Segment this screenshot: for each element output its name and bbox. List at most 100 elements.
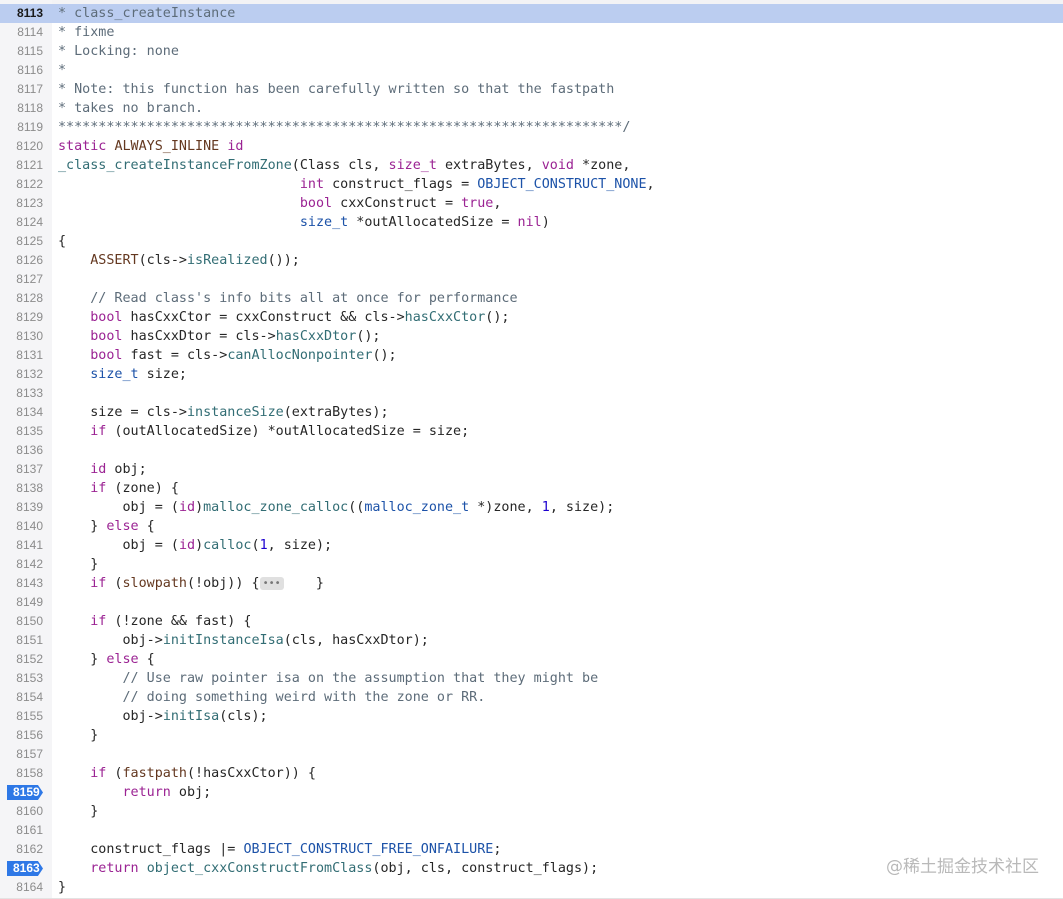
code-line[interactable]: 8119 ************************************…	[0, 118, 1063, 137]
line-number[interactable]: 8152	[0, 650, 43, 669]
code-line[interactable]: 8125 {	[0, 232, 1063, 251]
code-text[interactable]: size = cls->instanceSize(extraBytes);	[58, 403, 388, 422]
code-line[interactable]: 8131 bool fast = cls->canAllocNonpointer…	[0, 346, 1063, 365]
code-line[interactable]: 8151 obj->initInstanceIsa(cls, hasCxxDto…	[0, 631, 1063, 650]
line-number[interactable]: 8130	[0, 327, 43, 346]
code-text[interactable]: obj->initIsa(cls);	[58, 707, 267, 726]
line-number[interactable]: 8132	[0, 365, 43, 384]
breakpoint-marker-icon[interactable]: 8159	[7, 785, 43, 800]
line-number[interactable]: 8139	[0, 498, 43, 517]
code-text[interactable]: }	[58, 878, 66, 897]
code-line[interactable]: 8150 if (!zone && fast) {	[0, 612, 1063, 631]
code-text[interactable]: size_t *outAllocatedSize = nil)	[58, 213, 550, 232]
code-line[interactable]: 8156 }	[0, 726, 1063, 745]
code-line[interactable]: 8121 _class_createInstanceFromZone(Class …	[0, 156, 1063, 175]
code-line[interactable]: 8128 // Read class's info bits all at on…	[0, 289, 1063, 308]
code-text[interactable]: bool hasCxxDtor = cls->hasCxxDtor();	[58, 327, 380, 346]
code-line[interactable]: 8116 *	[0, 61, 1063, 80]
code-line[interactable]: 8158 if (fastpath(!hasCxxCtor)) {	[0, 764, 1063, 783]
code-line[interactable]: 8133	[0, 384, 1063, 403]
line-number[interactable]: 8160	[0, 802, 43, 821]
code-line[interactable]: 8126 ASSERT(cls->isRealized());	[0, 251, 1063, 270]
line-number[interactable]: 8157	[0, 745, 43, 764]
code-line[interactable]: 8157	[0, 745, 1063, 764]
line-number[interactable]: 8115	[0, 42, 43, 61]
line-number[interactable]: 8120	[0, 137, 43, 156]
code-text[interactable]: size_t size;	[58, 365, 187, 384]
code-line[interactable]: 8136	[0, 441, 1063, 460]
code-text[interactable]: * Locking: none	[58, 42, 179, 61]
code-line[interactable]: 8123 bool cxxConstruct = true,	[0, 194, 1063, 213]
code-line[interactable]: 8152 } else {	[0, 650, 1063, 669]
code-text[interactable]: *	[58, 61, 66, 80]
line-number[interactable]: 8164	[0, 878, 43, 897]
code-line[interactable]: 8122 int construct_flags = OBJECT_CONSTR…	[0, 175, 1063, 194]
line-number[interactable]: 8141	[0, 536, 43, 555]
code-text[interactable]: return object_cxxConstructFromClass(obj,…	[58, 859, 598, 878]
code-line[interactable]: 8143 if (slowpath(!obj)) {••• }	[0, 574, 1063, 593]
code-text[interactable]: if (fastpath(!hasCxxCtor)) {	[58, 764, 316, 783]
code-text[interactable]: bool hasCxxCtor = cxxConstruct && cls->h…	[58, 308, 509, 327]
code-text[interactable]: * takes no branch.	[58, 99, 203, 118]
line-number[interactable]: 8136	[0, 441, 43, 460]
line-number[interactable]: 8161	[0, 821, 43, 840]
line-number[interactable]: 8135	[0, 422, 43, 441]
code-text[interactable]: obj = (id)malloc_zone_calloc((malloc_zon…	[58, 498, 614, 517]
code-text[interactable]: ****************************************…	[58, 118, 630, 137]
line-number[interactable]: 8121	[0, 156, 43, 175]
line-number[interactable]: 8128	[0, 289, 43, 308]
code-line-current[interactable]: 8113 * class_createInstance	[0, 4, 1063, 23]
code-line[interactable]: 8135 if (outAllocatedSize) *outAllocated…	[0, 422, 1063, 441]
code-text[interactable]: } else {	[58, 650, 155, 669]
code-line[interactable]: 8153 // Use raw pointer isa on the assum…	[0, 669, 1063, 688]
line-number[interactable]: 8118	[0, 99, 43, 118]
code-line[interactable]: 8161	[0, 821, 1063, 840]
code-text[interactable]: construct_flags |= OBJECT_CONSTRUCT_FREE…	[58, 840, 501, 859]
code-line[interactable]: 8124 size_t *outAllocatedSize = nil)	[0, 213, 1063, 232]
line-number[interactable]: 8158	[0, 764, 43, 783]
line-number[interactable]: 8138	[0, 479, 43, 498]
code-line[interactable]: 8155 obj->initIsa(cls);	[0, 707, 1063, 726]
code-text[interactable]: static ALWAYS_INLINE id	[58, 137, 243, 156]
code-line[interactable]: 8154 // doing something weird with the z…	[0, 688, 1063, 707]
line-number[interactable]: 8154	[0, 688, 43, 707]
line-number[interactable]: 8150	[0, 612, 43, 631]
line-number[interactable]: 8134	[0, 403, 43, 422]
line-number[interactable]: 8122	[0, 175, 43, 194]
code-line[interactable]: 8127	[0, 270, 1063, 289]
code-text[interactable]: } else {	[58, 517, 155, 536]
code-line[interactable]: 8132 size_t size;	[0, 365, 1063, 384]
line-number[interactable]: 8124	[0, 213, 43, 232]
line-number[interactable]: 8153	[0, 669, 43, 688]
code-text[interactable]: if (slowpath(!obj)) {••• }	[58, 574, 324, 593]
fold-ellipsis-icon[interactable]: •••	[259, 577, 284, 590]
code-line[interactable]: 8159 return obj;	[0, 783, 1063, 802]
code-text[interactable]: int construct_flags = OBJECT_CONSTRUCT_N…	[58, 175, 655, 194]
code-text[interactable]: * Note: this function has been carefully…	[58, 80, 614, 99]
code-text[interactable]: {	[58, 232, 66, 251]
code-text[interactable]: if (zone) {	[58, 479, 179, 498]
code-text[interactable]: // Read class's info bits all at once fo…	[58, 289, 517, 308]
line-number[interactable]: 8133	[0, 384, 43, 403]
code-text[interactable]: // Use raw pointer isa on the assumption…	[58, 669, 599, 688]
line-number[interactable]: 8131	[0, 346, 43, 365]
line-number[interactable]: 8151	[0, 631, 43, 650]
code-line[interactable]: 8118 * takes no branch.	[0, 99, 1063, 118]
line-number[interactable]: 8126	[0, 251, 43, 270]
code-text[interactable]: ASSERT(cls->isRealized());	[58, 251, 300, 270]
code-text[interactable]: }	[58, 726, 98, 745]
code-text[interactable]: obj->initInstanceIsa(cls, hasCxxDtor);	[58, 631, 428, 650]
code-text[interactable]: return obj;	[58, 783, 212, 802]
code-line[interactable]: 8137 id obj;	[0, 460, 1063, 479]
code-line[interactable]: 8129 bool hasCxxCtor = cxxConstruct && c…	[0, 308, 1063, 327]
code-line[interactable]: 8141 obj = (id)calloc(1, size);	[0, 536, 1063, 555]
line-number[interactable]: 8116	[0, 61, 43, 80]
code-editor[interactable]: 8113 * class_createInstance 8114 * fixme 811…	[0, 0, 1063, 899]
code-line[interactable]: 8134 size = cls->instanceSize(extraBytes…	[0, 403, 1063, 422]
code-line[interactable]: 8138 if (zone) {	[0, 479, 1063, 498]
line-number[interactable]: 8125	[0, 232, 43, 251]
line-number[interactable]: 8149	[0, 593, 43, 612]
line-number[interactable]: 8155	[0, 707, 43, 726]
code-line[interactable]: 8115 * Locking: none	[0, 42, 1063, 61]
line-number[interactable]: 8162	[0, 840, 43, 859]
